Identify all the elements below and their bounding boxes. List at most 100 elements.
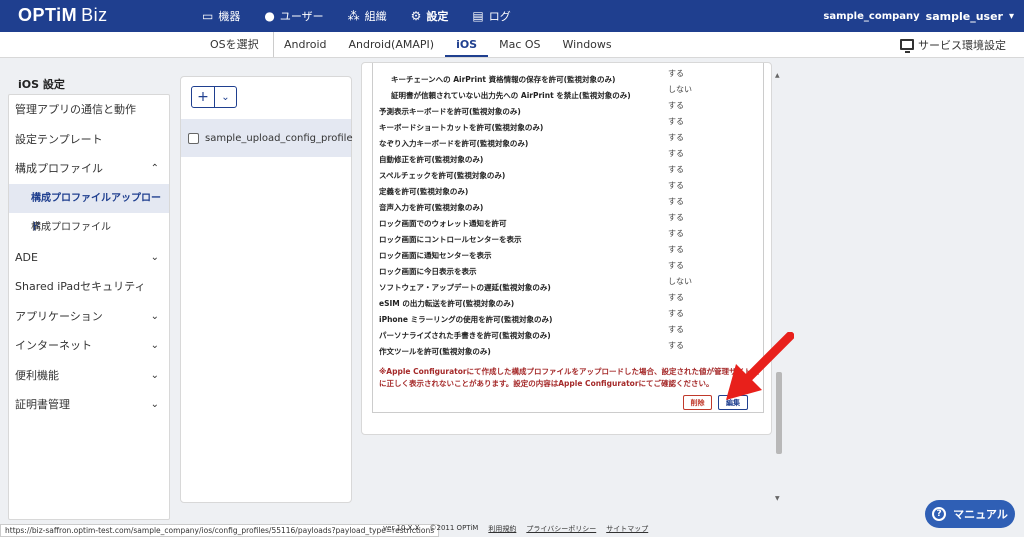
sidebar-item-certificates[interactable]: 証明書管理 ⌄	[9, 390, 169, 420]
sidebar-item-templates[interactable]: 設定テンプレート	[9, 125, 169, 155]
sidebar-item-label: 便利機能	[15, 368, 59, 382]
manual-button[interactable]: ? マニュアル	[925, 500, 1015, 528]
sidebar-item-label: 構成プロファイル	[31, 222, 111, 233]
logo-text-main: OPTiM	[18, 5, 78, 25]
sidebar-item-config-profile-upload[interactable]: 構成プロファイルアップロード	[9, 183, 169, 233]
restriction-value: する	[668, 293, 684, 302]
terms-link[interactable]: 利用規約	[488, 524, 516, 534]
user-menu[interactable]: sample_company sample_user ▾	[823, 0, 1014, 32]
os-selection-bar: OSを選択 Android Android(AMAPI) iOS Mac OS …	[0, 32, 1024, 58]
scroll-up-arrow[interactable]: ▲	[775, 72, 780, 79]
sidebar-item-convenience[interactable]: 便利機能 ⌄	[9, 361, 169, 391]
restriction-value: する	[668, 229, 684, 238]
company-name: sample_company	[823, 10, 920, 22]
restriction-value: する	[668, 181, 684, 190]
sidebar-item-config-profile[interactable]: 構成プロファイル	[9, 213, 169, 243]
restrictions-box: キーチェーンへの AirPrint 資格情報の保存を許可(監視対象のみ) する 証明…	[372, 63, 764, 413]
version-text: ver 10.X.X	[383, 524, 420, 532]
sidebar-item-internet[interactable]: インターネット ⌄	[9, 331, 169, 361]
restriction-label: eSIM の出力転送を許可(監視対象のみ)	[379, 299, 515, 308]
restriction-label: なぞり入力キーボードを許可(監視対象のみ)	[379, 139, 529, 148]
main-nav: ▭ 機器 ● ユーザー ⁂ 組織 ⚙ 設定 ▤ ログ	[190, 0, 523, 32]
restriction-label: キーボードショートカットを許可(監視対象のみ)	[379, 123, 544, 132]
privacy-link[interactable]: プライバシーポリシー	[526, 524, 596, 534]
table-row: ロック画面に通知センターを表示 する	[379, 245, 759, 261]
service-env-link[interactable]: サービス環境設定	[900, 32, 1006, 57]
restriction-label: 証明書が信頼されていない出力先への AirPrint を禁止(監視対象のみ)	[391, 91, 631, 100]
user-name: sample_user	[925, 9, 1003, 23]
item-checkbox[interactable]	[188, 132, 199, 144]
restriction-label: ロック画面に今日表示を表示	[379, 267, 477, 276]
sidebar-item-shared-ipad[interactable]: Shared iPadセキュリティ	[9, 272, 169, 302]
chevron-down-icon: ⌄	[150, 340, 159, 351]
restriction-label: パーソナライズされた手書きを許可(監視対象のみ)	[379, 331, 551, 340]
footer: ver 10.X.X ©2011 OPTiM 利用規約 プライバシーポリシー サ…	[383, 524, 648, 534]
table-row: ロック画面に今日表示を表示 する	[379, 261, 759, 277]
monitor-icon	[900, 39, 914, 53]
logo-text-sub: Biz	[81, 5, 108, 25]
restriction-label: ロック画面でのウォレット通知を許可	[379, 219, 507, 228]
organization-icon: ⁂	[347, 9, 360, 23]
tab-android[interactable]: Android	[273, 32, 338, 57]
table-row: ロック画面にコントロールセンターを表示 する	[379, 229, 759, 245]
sidebar-item-label: 管理アプリの通信と動作	[15, 103, 136, 116]
table-row: 予測表示キーボードを許可(監視対象のみ) する	[379, 101, 759, 117]
tab-ios[interactable]: iOS	[445, 32, 489, 57]
restriction-value: する	[668, 213, 684, 222]
manual-label: マニュアル	[953, 508, 1008, 521]
restriction-value: する	[668, 133, 684, 142]
sidebar-item-label: 設定テンプレート	[15, 132, 103, 146]
nav-logs[interactable]: ▤ ログ	[460, 0, 522, 32]
restriction-value: しない	[668, 277, 692, 286]
restriction-label: 音声入力を許可(監視対象のみ)	[379, 203, 484, 212]
tab-windows[interactable]: Windows	[552, 32, 623, 57]
optim-biz-logo[interactable]: OPTiM Biz	[18, 5, 108, 26]
log-icon: ▤	[472, 9, 484, 23]
sidebar-item-applications[interactable]: アプリケーション ⌄	[9, 302, 169, 332]
sidebar-title: iOS 設定	[18, 78, 65, 91]
sidebar-item-label: Shared iPadセキュリティ	[15, 280, 146, 293]
nav-settings-label: 設定	[426, 10, 449, 23]
sidebar-item-app-communication[interactable]: 管理アプリの通信と動作	[9, 95, 169, 125]
restriction-label: 作文ツールを許可(監視対象のみ)	[379, 347, 491, 356]
table-row: スペルチェックを許可(監視対象のみ) する	[379, 165, 759, 181]
sidebar-item-label: 証明書管理	[15, 398, 70, 411]
sidebar-item-label: アプリケーション	[15, 309, 103, 323]
nav-logs-label: ログ	[488, 10, 511, 23]
add-button[interactable]: +	[192, 87, 214, 107]
delete-button[interactable]: 削除	[683, 395, 712, 410]
restriction-label: キーチェーンへの AirPrint 資格情報の保存を許可(監視対象のみ)	[391, 75, 616, 84]
restriction-value: する	[668, 149, 684, 158]
table-row: キーボードショートカットを許可(監視対象のみ) する	[379, 117, 759, 133]
nav-organization[interactable]: ⁂ 組織	[336, 0, 399, 32]
scroll-down-arrow[interactable]: ▼	[775, 495, 780, 502]
nav-devices[interactable]: ▭ 機器	[190, 0, 252, 32]
restriction-label: iPhone ミラーリングの使用を許可(監視対象のみ)	[379, 315, 553, 324]
add-dropdown-button[interactable]: ⌄	[214, 87, 236, 107]
chevron-down-icon: ⌄	[150, 369, 159, 381]
sitemap-link[interactable]: サイトマップ	[606, 524, 648, 534]
arrow-shaft	[739, 332, 794, 387]
tab-android-amapi[interactable]: Android(AMAPI)	[338, 32, 446, 57]
restriction-value: しない	[668, 85, 692, 94]
profile-detail-panel: キーチェーンへの AirPrint 資格情報の保存を許可(監視対象のみ) する 証明…	[361, 62, 772, 435]
table-row: eSIM の出力転送を許可(監視対象のみ) する	[379, 293, 759, 309]
restriction-value: する	[668, 165, 684, 174]
table-row: なぞり入力キーボードを許可(監視対象のみ) する	[379, 133, 759, 149]
list-item[interactable]: sample_upload_config_profile	[181, 119, 353, 157]
table-row: 自動修正を許可(監視対象のみ) する	[379, 149, 759, 165]
restriction-label: ロック画面に通知センターを表示	[379, 251, 492, 260]
sidebar-item-ade[interactable]: ADE ⌄	[9, 243, 169, 273]
sidebar-item-config-profiles[interactable]: 構成プロファイル ⌃	[9, 154, 169, 184]
nav-settings[interactable]: ⚙ 設定	[399, 0, 461, 32]
chevron-down-icon: ⌄	[150, 399, 159, 410]
tab-macos[interactable]: Mac OS	[488, 32, 551, 57]
nav-users-label: ユーザー	[279, 10, 324, 23]
table-row: iPhone ミラーリングの使用を許可(監視対象のみ) する	[379, 309, 759, 325]
sidebar-item-label: ADE	[15, 250, 38, 264]
sidebar-list: 管理アプリの通信と動作 設定テンプレート 構成プロファイル ⌃ 構成プロファイルア…	[8, 94, 170, 520]
nav-users[interactable]: ● ユーザー	[252, 0, 335, 32]
restriction-value: する	[668, 69, 684, 78]
chevron-down-icon: ⌄	[150, 251, 159, 263]
table-row: パーソナライズされた手書きを許可(監視対象のみ) する	[379, 325, 759, 341]
